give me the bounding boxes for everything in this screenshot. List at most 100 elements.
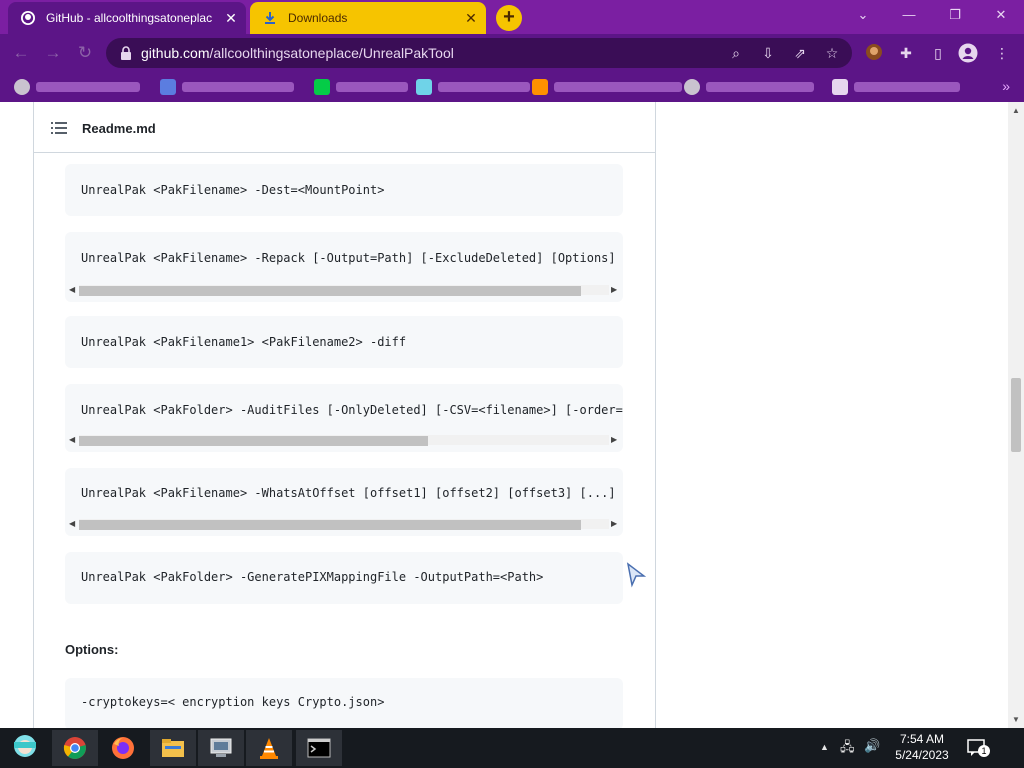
ph-icon	[532, 79, 548, 95]
scroll-left-icon[interactable]: ◀	[69, 519, 75, 528]
code-line: UnrealPak <PakFilename> -Dest=<MountPoin…	[81, 183, 385, 197]
scroll-right-icon[interactable]: ▶	[611, 519, 617, 528]
scrollbar-thumb[interactable]	[79, 520, 581, 530]
deviantart-icon	[314, 79, 330, 95]
code-block: UnrealPak <PakFilename> -Repack [-Output…	[65, 232, 623, 302]
bookmark-item[interactable]	[832, 78, 960, 96]
scroll-left-icon[interactable]: ◀	[69, 435, 75, 444]
code-block: UnrealPak <PakFilename> -Dest=<MountPoin…	[65, 164, 623, 216]
reload-icon[interactable]: ↻	[72, 41, 98, 65]
browser-toolbar: ← → ↻ github.com/allcoolthingsatoneplace…	[0, 34, 1024, 72]
code-line: -cryptokeys=< encryption keys Crypto.jso…	[81, 695, 385, 709]
search-icon[interactable]: ⌕	[726, 43, 746, 63]
network-app-icon[interactable]	[198, 730, 244, 766]
scroll-down-icon[interactable]: ▼	[1012, 715, 1020, 724]
bookmark-item[interactable]	[532, 78, 682, 96]
code-block: UnrealPak <PakFolder> -AuditFiles [-Only…	[65, 384, 623, 452]
clock-date: 5/24/2023	[895, 748, 949, 762]
chrome-icon[interactable]	[52, 730, 98, 766]
url-path: /allcoolthingsatoneplace/UnrealPakTool	[209, 45, 454, 61]
page-content: Readme.md UnrealPak <PakFilename> -Dest=…	[0, 102, 1008, 728]
url-domain: github.com	[141, 45, 210, 61]
minimize-button[interactable]: —	[886, 0, 932, 30]
url-text: github.com/allcoolthingsatoneplace/Unrea…	[141, 45, 454, 61]
profile-avatar-icon[interactable]	[958, 43, 978, 63]
triangle-logo-icon	[416, 79, 432, 95]
globe-icon	[684, 79, 700, 95]
tab-downloads[interactable]: Downloads ✕	[250, 2, 486, 34]
code-line: UnrealPak <PakFilename> -Repack [-Output…	[81, 251, 616, 265]
cmd-icon[interactable]	[296, 730, 342, 766]
bookmark-item[interactable]	[684, 78, 814, 96]
close-window-button[interactable]: ✕	[978, 0, 1024, 30]
bookmark-star-icon[interactable]: ☆	[822, 43, 842, 63]
install-app-icon[interactable]: ⇩	[758, 43, 778, 63]
stamp-icon	[832, 79, 848, 95]
scroll-up-icon[interactable]: ▲	[1012, 106, 1020, 115]
clock-time: 7:54 AM	[899, 732, 945, 746]
file-explorer-icon[interactable]	[150, 730, 196, 766]
readme-panel: Readme.md UnrealPak <PakFilename> -Dest=…	[33, 102, 656, 728]
hatsune-miku-start-icon[interactable]	[2, 730, 48, 766]
more-bookmarks-icon[interactable]: »	[1002, 78, 1010, 94]
list-icon[interactable]	[51, 121, 67, 135]
code-block: UnrealPak <PakFilename1> <PakFilename2> …	[65, 316, 623, 368]
notification-count: 1	[978, 745, 990, 757]
horizontal-scrollbar[interactable]: ◀ ▶	[65, 284, 623, 296]
readme-title: Readme.md	[82, 121, 156, 136]
scroll-left-icon[interactable]: ◀	[69, 285, 75, 294]
horizontal-scrollbar[interactable]: ◀ ▶	[65, 434, 623, 446]
github-icon	[20, 10, 36, 26]
notification-icon[interactable]: 1	[966, 737, 990, 759]
lock-icon	[121, 46, 131, 60]
address-bar[interactable]: github.com/allcoolthingsatoneplace/Unrea…	[106, 38, 852, 68]
scroll-right-icon[interactable]: ▶	[611, 285, 617, 294]
close-tab-icon[interactable]: ✕	[460, 10, 482, 27]
restore-button[interactable]: ❐	[932, 0, 978, 30]
download-icon	[262, 10, 278, 26]
code-line: UnrealPak <PakFilename> -WhatsAtOffset […	[81, 486, 616, 500]
forward-arrow-icon[interactable]: →	[40, 41, 66, 65]
bookmark-item[interactable]	[314, 78, 408, 96]
scrollbar-thumb[interactable]	[1011, 378, 1021, 452]
tab-title: GitHub - allcoolthingsatoneplac	[46, 11, 213, 25]
readme-header: Readme.md	[34, 102, 655, 153]
bookmark-item[interactable]	[416, 78, 530, 96]
code-line: UnrealPak <PakFolder> -AuditFiles [-Only…	[81, 403, 623, 417]
scrollbar-thumb[interactable]	[79, 436, 428, 446]
code-line: UnrealPak <PakFolder> -GeneratePIXMappin…	[81, 570, 544, 584]
code-line: UnrealPak <PakFilename1> <PakFilename2> …	[81, 335, 407, 349]
bookmark-item[interactable]	[14, 78, 140, 96]
side-panel-icon[interactable]: ▯	[928, 43, 948, 63]
mouse-cursor-icon	[626, 562, 646, 588]
show-hidden-icons-icon[interactable]: ▲	[820, 742, 829, 752]
firefox-icon[interactable]	[100, 730, 146, 766]
code-block: UnrealPak <PakFilename> -WhatsAtOffset […	[65, 468, 623, 536]
tab-title: Downloads	[288, 11, 348, 25]
extensions-puzzle-icon[interactable]: ✚	[896, 43, 916, 63]
tab-search-icon[interactable]: ⌄	[840, 0, 886, 30]
options-heading: Options:	[65, 642, 119, 657]
code-block: -cryptokeys=< encryption keys Crypto.jso…	[65, 678, 623, 728]
menu-kebab-icon[interactable]: ⋮	[992, 43, 1012, 63]
close-tab-icon[interactable]: ✕	[220, 10, 242, 27]
scrollbar-thumb[interactable]	[79, 286, 581, 296]
blue-mark-icon	[160, 79, 176, 95]
code-block: UnrealPak <PakFolder> -GeneratePIXMappin…	[65, 552, 623, 604]
back-arrow-icon[interactable]: ←	[8, 41, 34, 65]
page-scrollbar[interactable]: ▲ ▼	[1008, 102, 1024, 728]
globe-icon	[14, 79, 30, 95]
horizontal-scrollbar[interactable]: ◀ ▶	[65, 518, 623, 530]
extension-avatar-icon[interactable]	[864, 43, 884, 63]
bookmark-item[interactable]	[160, 78, 294, 96]
tab-strip: GitHub - allcoolthingsatoneplac ✕ Downlo…	[0, 0, 1024, 34]
scroll-right-icon[interactable]: ▶	[611, 435, 617, 444]
vlc-icon[interactable]	[246, 730, 292, 766]
network-icon[interactable]: 🖧	[840, 738, 855, 760]
tab-github[interactable]: GitHub - allcoolthingsatoneplac ✕	[8, 2, 246, 34]
share-icon[interactable]: ⇗	[790, 43, 810, 63]
system-clock[interactable]: 7:54 AM 5/24/2023	[874, 731, 970, 763]
new-tab-button[interactable]: +	[496, 5, 522, 31]
taskbar: ▲ 🖧 🔊 7:54 AM 5/24/2023 1	[0, 728, 1024, 768]
bookmarks-bar: »	[0, 72, 1024, 102]
